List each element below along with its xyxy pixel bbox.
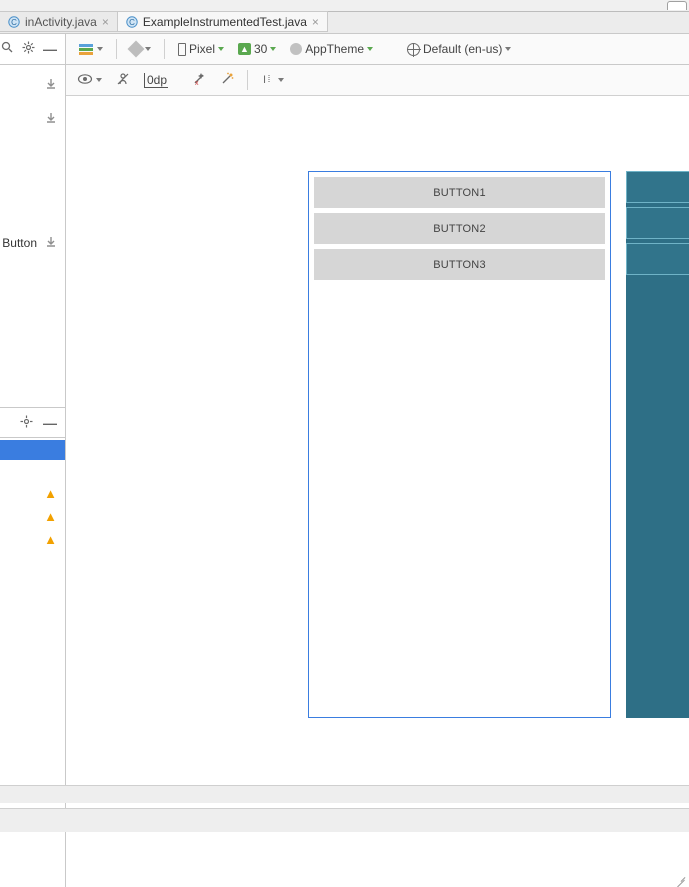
design-surface[interactable]: BUTTON1 BUTTON2 BUTTON3	[66, 96, 689, 887]
phone-icon	[178, 43, 186, 56]
chevron-down-icon	[270, 47, 276, 51]
svg-text:C: C	[11, 18, 17, 27]
tool-bar-bottom	[0, 808, 689, 832]
default-margin[interactable]: 0dp	[139, 71, 173, 90]
clear-constraints[interactable]: x	[187, 70, 211, 91]
svg-text:C: C	[129, 18, 135, 27]
status-bar	[0, 785, 689, 803]
resize-grip-icon[interactable]	[674, 872, 688, 886]
svg-text:x: x	[195, 80, 199, 86]
button-text: BUTTON2	[433, 223, 486, 235]
device-label: Pixel	[189, 42, 215, 56]
locale-selector[interactable]: Default (en-us)	[402, 40, 516, 58]
download-icon[interactable]	[45, 78, 57, 93]
button-text: BUTTON3	[433, 259, 486, 271]
device-selector[interactable]: Pixel	[173, 40, 229, 58]
stack-icon	[77, 41, 94, 58]
android-icon: ▲	[238, 43, 251, 55]
globe-icon	[407, 43, 420, 56]
chevron-down-icon	[505, 47, 511, 51]
layout-button-3[interactable]: BUTTON3	[314, 249, 605, 280]
blueprint-button-outline[interactable]	[626, 207, 689, 239]
svg-text:I: I	[263, 74, 266, 86]
eye-icon	[77, 73, 93, 88]
collapse-icon[interactable]: —	[43, 415, 57, 431]
chevron-down-icon	[145, 47, 151, 51]
chevron-down-icon	[96, 78, 102, 82]
palette-item-label: Button	[2, 236, 37, 250]
layout-button-2[interactable]: BUTTON2	[314, 213, 605, 244]
disable-a11y[interactable]	[111, 70, 135, 91]
tab-inactivity[interactable]: C inActivity.java ×	[0, 11, 118, 32]
tree-selected-row[interactable]	[0, 440, 65, 460]
orientation-icon	[128, 41, 145, 58]
chevron-down-icon	[97, 47, 103, 51]
separator	[247, 70, 248, 90]
warning-icon[interactable]: ▲	[44, 509, 57, 524]
text-icon: I	[261, 72, 275, 89]
theme-selector[interactable]: AppTheme	[285, 40, 378, 58]
class-file-icon: C	[126, 16, 138, 28]
theme-label: AppTheme	[305, 42, 364, 56]
button-text: BUTTON1	[433, 187, 486, 199]
warning-icon[interactable]: ▲	[44, 486, 57, 501]
locale-label: Default (en-us)	[423, 42, 502, 56]
design-tools-toolbar: 0dp x I	[66, 65, 689, 96]
palette-item-button[interactable]: Button	[0, 223, 65, 263]
chevron-down-icon	[278, 78, 284, 82]
download-icon[interactable]	[45, 112, 57, 127]
close-icon[interactable]: ×	[102, 16, 109, 28]
clear-constraints-icon: x	[192, 72, 206, 89]
infer-constraints[interactable]	[215, 70, 239, 91]
surface-selector[interactable]	[72, 39, 108, 60]
separator	[164, 39, 165, 59]
gear-icon[interactable]	[22, 41, 35, 57]
gear-icon[interactable]	[20, 415, 33, 431]
layout-editor: Pixel ▲ 30 AppTheme Default (en-us)	[66, 34, 689, 887]
layout-button-1[interactable]: BUTTON1	[314, 177, 605, 208]
collapse-icon[interactable]: —	[43, 41, 57, 57]
chevron-down-icon	[367, 47, 373, 51]
tab-label: inActivity.java	[25, 15, 97, 29]
close-icon[interactable]: ×	[312, 16, 319, 28]
api-selector[interactable]: ▲ 30	[233, 40, 281, 58]
blueprint-button-outline[interactable]	[626, 171, 689, 203]
wand-icon	[220, 72, 234, 89]
class-file-icon: C	[8, 16, 20, 28]
warning-icon[interactable]: ▲	[44, 532, 57, 547]
blueprint-button-outline[interactable]	[626, 243, 689, 275]
tab-example-instrumented-test[interactable]: C ExampleInstrumentedTest.java ×	[118, 11, 328, 32]
guidelines[interactable]: I	[256, 70, 289, 91]
blueprint-canvas[interactable]	[626, 171, 689, 718]
tab-label: ExampleInstrumentedTest.java	[143, 15, 307, 29]
separator	[116, 39, 117, 59]
view-options[interactable]	[72, 71, 107, 90]
theme-icon	[290, 43, 302, 55]
orientation-selector[interactable]	[125, 41, 156, 57]
chevron-down-icon	[218, 47, 224, 51]
search-icon[interactable]	[1, 41, 14, 57]
api-label: 30	[254, 42, 267, 56]
no-access-icon	[116, 72, 130, 89]
margin-value: 0dp	[144, 73, 168, 88]
palette-panel: — Button	[0, 34, 66, 887]
design-config-toolbar: Pixel ▲ 30 AppTheme Default (en-us)	[66, 34, 689, 65]
download-icon[interactable]	[45, 236, 57, 251]
editor-tab-bar: C inActivity.java × C ExampleInstrumente…	[0, 12, 689, 34]
design-canvas[interactable]: BUTTON1 BUTTON2 BUTTON3	[308, 171, 611, 718]
